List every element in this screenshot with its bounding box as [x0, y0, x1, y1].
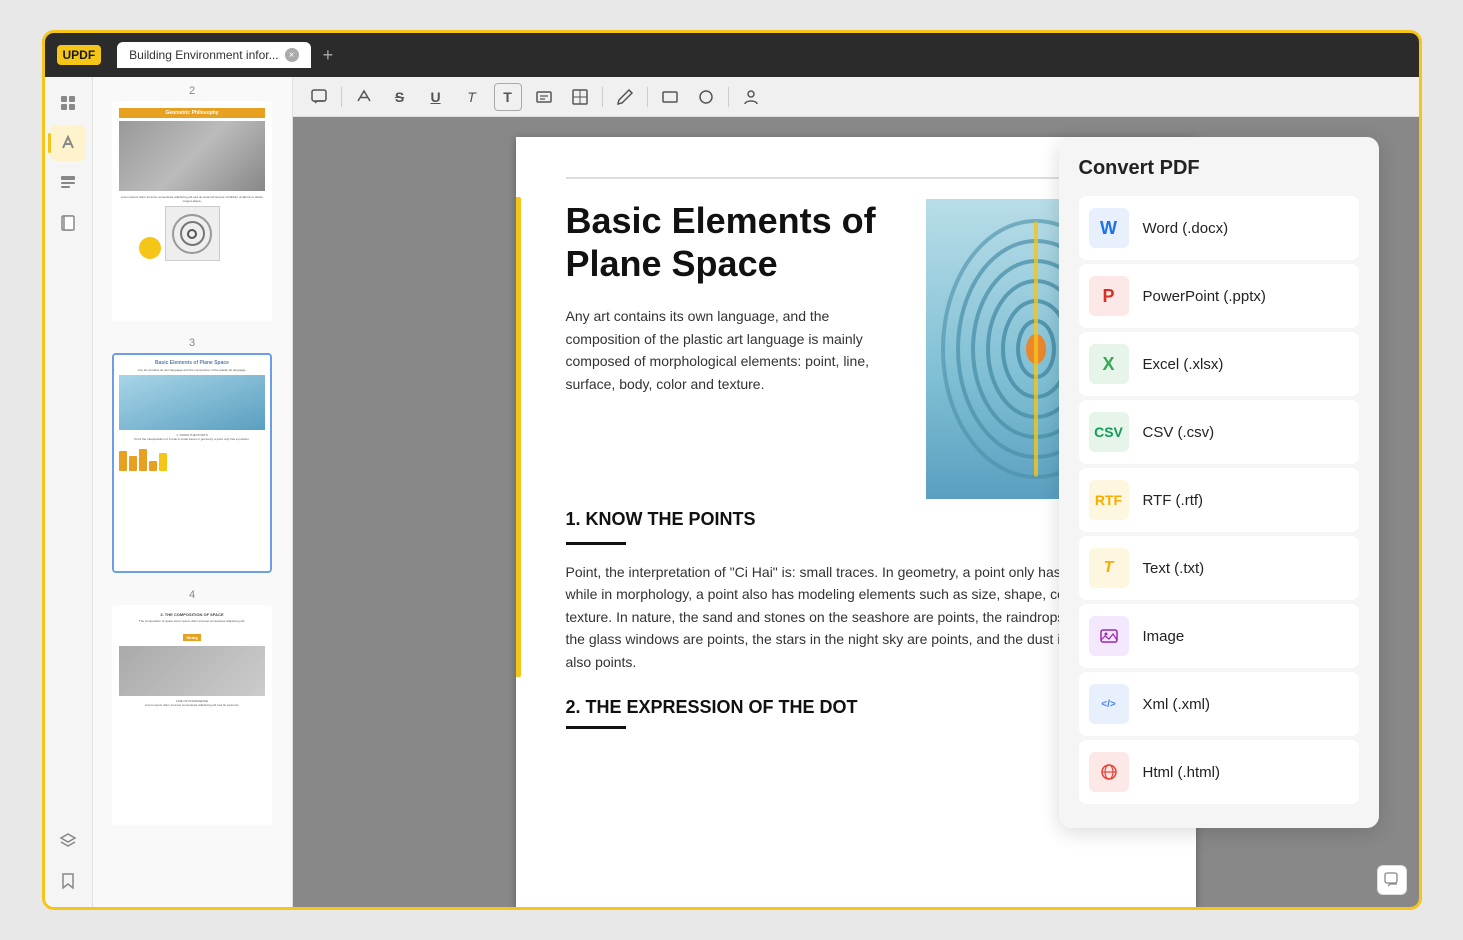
- toolbar-divider-1: [341, 87, 342, 107]
- strikethrough-btn[interactable]: S: [386, 83, 414, 111]
- powerpoint-label: PowerPoint (.pptx): [1143, 288, 1266, 305]
- thumbnail-page-2[interactable]: 2 Geometric Philosophy Lorem ipsum dolor…: [101, 85, 284, 321]
- toolbar-divider-2: [602, 87, 603, 107]
- sidebar-icon-pages[interactable]: [50, 205, 86, 241]
- thumb-image-2[interactable]: Geometric Philosophy Lorem ipsum dolor s…: [112, 101, 272, 321]
- thumbnail-page-3[interactable]: 3 Basic Elements of Plane Space Any art …: [101, 337, 284, 573]
- toolbar-divider-3: [647, 87, 648, 107]
- text-btn[interactable]: T: [458, 83, 486, 111]
- convert-panel-title: Convert PDF: [1079, 157, 1359, 180]
- updf-logo: UPDF: [57, 45, 102, 65]
- convert-pdf-panel: Convert PDF W Word (.docx) P PowerPoint …: [1059, 137, 1379, 828]
- csv-label: CSV (.csv): [1143, 424, 1215, 441]
- sidebar-icon-layers[interactable]: [50, 823, 86, 859]
- sidebar-icon-bookmark[interactable]: [50, 863, 86, 899]
- toolbar: S U T T: [293, 77, 1419, 117]
- image-icon: [1089, 616, 1129, 656]
- word-label: Word (.docx): [1143, 220, 1229, 237]
- textbox-btn[interactable]: [530, 83, 558, 111]
- text-icon: T: [1089, 548, 1129, 588]
- sidebar-icon-edit[interactable]: [50, 165, 86, 201]
- html-label: Html (.html): [1143, 764, 1221, 781]
- left-sidebar: [45, 77, 93, 907]
- word-icon: W: [1089, 208, 1129, 248]
- csv-icon: CSV: [1089, 412, 1129, 452]
- sidebar-icon-highlight[interactable]: [50, 125, 86, 161]
- html-convert-item[interactable]: Html (.html): [1079, 740, 1359, 804]
- text-convert-item[interactable]: T Text (.txt): [1079, 536, 1359, 600]
- word-convert-item[interactable]: W Word (.docx): [1079, 196, 1359, 260]
- page-number-4: 4: [101, 589, 284, 601]
- xml-convert-item[interactable]: </> Xml (.xml): [1079, 672, 1359, 736]
- thumbnail-page-4[interactable]: 4 3. THE COMPOSITION OF SPACE The compos…: [101, 589, 284, 825]
- sidebar-icon-thumbnails[interactable]: [50, 85, 86, 121]
- image-convert-item[interactable]: Image: [1079, 604, 1359, 668]
- circle-shape-btn[interactable]: [692, 83, 720, 111]
- csv-convert-item[interactable]: CSV CSV (.csv): [1079, 400, 1359, 464]
- rtf-convert-item[interactable]: RTF RTF (.rtf): [1079, 468, 1359, 532]
- toolbar-divider-4: [728, 87, 729, 107]
- tab-title: Building Environment infor...: [129, 48, 278, 62]
- comment-icon-button[interactable]: [1377, 865, 1407, 895]
- tab-close-button[interactable]: ×: [285, 48, 299, 62]
- excel-label: Excel (.xlsx): [1143, 356, 1224, 373]
- image-label: Image: [1143, 628, 1185, 645]
- app-window: UPDF Building Environment infor... × +: [42, 30, 1422, 910]
- thumb-image-3[interactable]: Basic Elements of Plane Space Any art co…: [112, 353, 272, 573]
- user-btn[interactable]: [737, 83, 765, 111]
- thumb-image-4[interactable]: 3. THE COMPOSITION OF SPACE The composit…: [112, 605, 272, 825]
- xml-label: Xml (.xml): [1143, 696, 1211, 713]
- rtf-icon: RTF: [1089, 480, 1129, 520]
- active-tab[interactable]: Building Environment infor... ×: [117, 42, 310, 68]
- rtf-label: RTF (.rtf): [1143, 492, 1204, 509]
- xml-icon: </>: [1089, 684, 1129, 724]
- table-btn[interactable]: [566, 83, 594, 111]
- sidebar-bottom: [50, 823, 86, 899]
- powerpoint-convert-item[interactable]: P PowerPoint (.pptx): [1079, 264, 1359, 328]
- thumbnail-panel[interactable]: 2 Geometric Philosophy Lorem ipsum dolor…: [93, 77, 293, 907]
- rect-shape-btn[interactable]: [656, 83, 684, 111]
- page-number-2: 2: [101, 85, 284, 97]
- html-icon: [1089, 752, 1129, 792]
- new-tab-button[interactable]: +: [323, 45, 334, 66]
- pdf-underline-1: [566, 542, 626, 545]
- main-area: 2 Geometric Philosophy Lorem ipsum dolor…: [45, 77, 1419, 907]
- text-highlight-btn[interactable]: [350, 83, 378, 111]
- excel-convert-item[interactable]: X Excel (.xlsx): [1079, 332, 1359, 396]
- pen-btn[interactable]: [611, 83, 639, 111]
- comment-toolbar-btn[interactable]: [305, 83, 333, 111]
- text-label: Text (.txt): [1143, 560, 1205, 577]
- text2-btn[interactable]: T: [494, 83, 522, 111]
- title-bar: UPDF Building Environment infor... × +: [45, 33, 1419, 77]
- excel-icon: X: [1089, 344, 1129, 384]
- underline-btn[interactable]: U: [422, 83, 450, 111]
- page-number-3: 3: [101, 337, 284, 349]
- powerpoint-icon: P: [1089, 276, 1129, 316]
